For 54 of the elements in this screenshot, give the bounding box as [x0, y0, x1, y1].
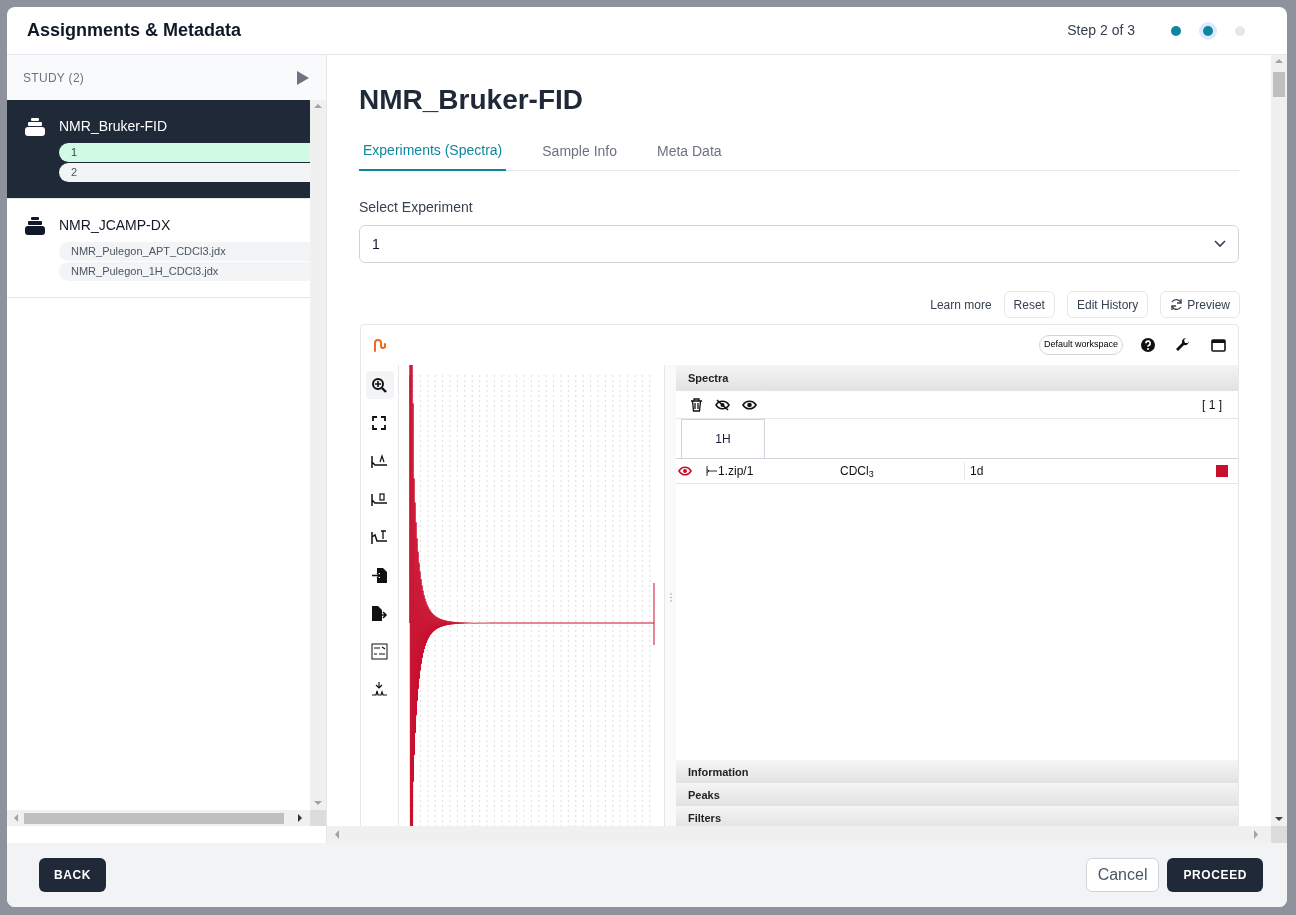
step-label: Step 2 of 3 [1067, 21, 1135, 40]
solvent-cell-text: CDCl$_{3}$ [840, 463, 875, 480]
logo-icon[interactable] [373, 338, 387, 352]
experiment-item[interactable]: 1 [59, 143, 310, 162]
section-header[interactable]: Information [676, 760, 1238, 783]
window-title: Assignments & Metadata [27, 19, 242, 42]
action-button[interactable]: Edit History [1066, 291, 1149, 318]
experiment-item[interactable]: NMR_Pulegon_1H_CDCl3.jdx [59, 262, 310, 281]
tab[interactable]: Sample Info [538, 131, 621, 171]
wrench-icon[interactable] [1175, 337, 1191, 353]
refresh-icon [1170, 298, 1184, 311]
experiment-item[interactable]: NMR_Pulegon_APT_CDCl3.jdx [59, 242, 310, 261]
drag-handle-icon [669, 592, 672, 602]
peak-tool-icon[interactable] [371, 490, 388, 508]
color-swatch[interactable] [1216, 465, 1228, 477]
preview-button[interactable]: Preview [1160, 291, 1240, 318]
file-export-icon[interactable] [371, 604, 388, 622]
cancel-button[interactable]: Cancel [1085, 858, 1160, 892]
study-name: NMR_JCAMP-DX [59, 216, 171, 235]
spectra-count: [ 1 ] [1202, 396, 1222, 414]
eye-slash-icon[interactable] [715, 398, 730, 411]
trash-icon[interactable] [690, 397, 703, 412]
peak-tool-icon[interactable] [371, 452, 388, 470]
fullscreen-icon[interactable] [371, 414, 388, 432]
section-header[interactable]: Spectra [676, 365, 1238, 391]
play-icon[interactable] [296, 70, 310, 85]
sidebar-header: STUDY (2) [23, 69, 85, 87]
stack-icon [25, 117, 45, 136]
section-header[interactable]: Filters [676, 806, 1238, 826]
action-button[interactable]: Reset [1003, 291, 1055, 318]
baseline-icon[interactable] [371, 680, 388, 698]
select-value: 1 [372, 234, 381, 254]
tab[interactable]: Experiments (Spectra) [359, 131, 507, 171]
study-name: NMR_Bruker-FID [59, 117, 168, 136]
proceed-button[interactable]: PROCEED [1167, 858, 1263, 892]
help-icon[interactable] [1141, 338, 1155, 352]
spectrum-name: 1.zip/1 [718, 463, 755, 480]
stack-icon [25, 216, 45, 235]
chevron-down-icon [1214, 240, 1226, 248]
field-label: Select Experiment [359, 198, 474, 217]
signal-tool-icon[interactable] [371, 528, 388, 546]
experiment-select[interactable]: 1 [359, 225, 1239, 263]
window-icon[interactable] [1211, 338, 1226, 352]
eye-icon[interactable] [742, 398, 757, 411]
section-header[interactable]: Peaks [676, 783, 1238, 806]
back-button[interactable]: BACK [39, 858, 107, 892]
learn-more-link[interactable]: Learn more [930, 295, 992, 314]
tab[interactable]: Meta Data [653, 131, 726, 171]
study-item[interactable]: NMR_Bruker-FID 1 2 [7, 100, 310, 199]
file-import-icon[interactable] [371, 566, 388, 584]
page-title: NMR_Bruker-FID [359, 83, 585, 117]
experiment-item[interactable]: 2 [59, 163, 310, 182]
nucleus-tab[interactable]: 1H [681, 419, 765, 458]
zoom-in-icon[interactable] [371, 376, 388, 394]
